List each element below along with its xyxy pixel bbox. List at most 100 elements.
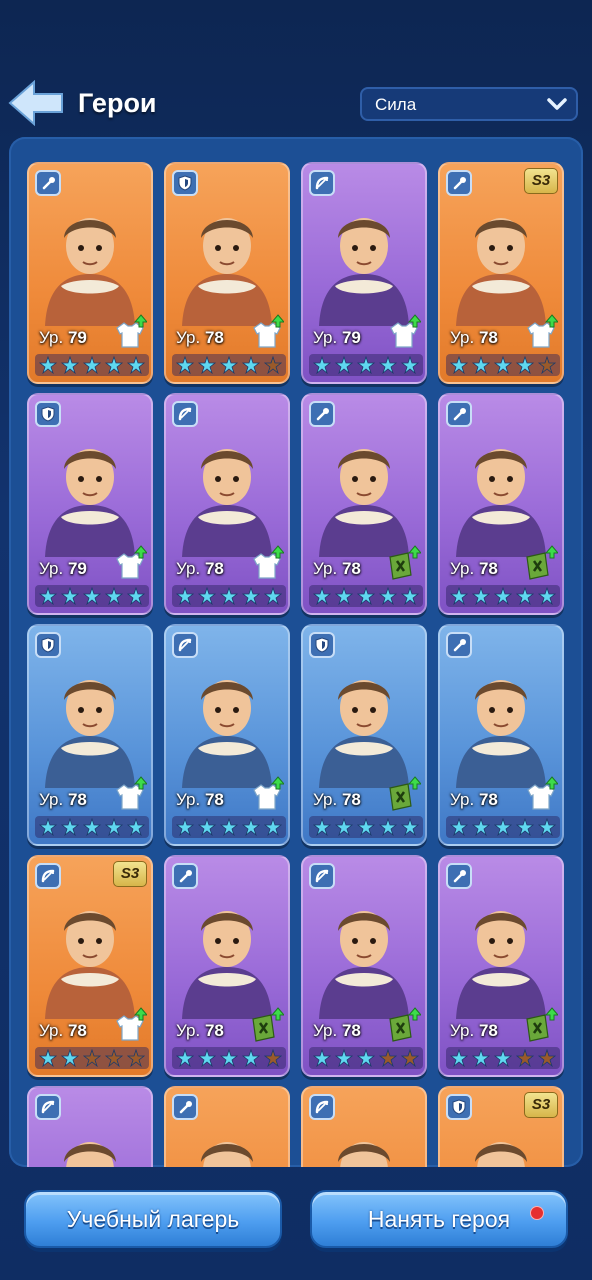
star-icon (39, 356, 57, 374)
hero-card[interactable]: S3 Ур. 78 (27, 855, 153, 1077)
season-badge: S3 (113, 861, 147, 887)
equipment-upgrade-icon (390, 314, 421, 348)
training-camp-label: Учебный лагерь (66, 1206, 240, 1232)
shield-icon (452, 1099, 466, 1115)
hero-portrait (319, 218, 409, 326)
hire-hero-label: Нанять героя (367, 1206, 511, 1232)
hero-class-badge (172, 632, 198, 658)
hero-portrait (319, 911, 409, 1019)
hero-portrait (456, 218, 546, 326)
star-icon (379, 1049, 397, 1067)
hero-card[interactable]: Ур. 78 (301, 624, 427, 846)
star-icon (516, 818, 534, 836)
hero-card[interactable] (27, 1086, 153, 1167)
hero-class-badge (446, 1094, 472, 1120)
star-icon (401, 1049, 419, 1067)
star-rating (172, 354, 286, 376)
hero-card[interactable]: Ур. 78 (164, 855, 290, 1077)
bottom-bar: Учебный лагерь Нанять героя (0, 1170, 592, 1280)
star-icon (313, 356, 331, 374)
star-rating (446, 1047, 560, 1069)
hero-card[interactable]: Ур. 78 (301, 855, 427, 1077)
hero-portrait (45, 218, 135, 326)
star-icon (379, 356, 397, 374)
star-icon (39, 818, 57, 836)
hero-card[interactable]: Ур. 79 (27, 393, 153, 615)
star-icon (401, 356, 419, 374)
hero-card[interactable]: Ур. 78 (27, 624, 153, 846)
star-rating (172, 1047, 286, 1069)
staff-icon (179, 1101, 192, 1114)
hero-card[interactable]: Ур. 78 (164, 393, 290, 615)
hero-card[interactable]: Ур. 79 (301, 162, 427, 384)
page-title: Герои (78, 88, 157, 118)
skill-book-icon (526, 1007, 558, 1042)
star-icon (220, 587, 238, 605)
bow-icon (315, 1100, 329, 1114)
star-rating (309, 354, 423, 376)
star-icon (61, 1049, 79, 1067)
star-icon (335, 587, 353, 605)
star-icon (176, 818, 194, 836)
equipment-upgrade-icon (527, 776, 558, 810)
hero-class-badge (446, 401, 472, 427)
chevron-down-icon (547, 98, 567, 110)
star-icon (127, 1049, 145, 1067)
staff-icon (453, 408, 466, 421)
hero-card[interactable]: Ур. 78 (438, 393, 564, 615)
hero-card[interactable]: Ур. 78 (164, 624, 290, 846)
star-rating (309, 1047, 423, 1069)
star-icon (538, 356, 556, 374)
hero-card[interactable]: Ур. 78 (438, 855, 564, 1077)
star-rating (172, 816, 286, 838)
hero-class-badge (35, 863, 61, 889)
shield-icon (41, 637, 55, 653)
hero-card[interactable]: Ур. 78 (301, 393, 427, 615)
star-icon (401, 587, 419, 605)
hero-portrait (45, 911, 135, 1019)
hero-level: Ур. 78 (450, 1021, 498, 1040)
star-icon (494, 1049, 512, 1067)
hero-card[interactable]: Ур. 78 (164, 162, 290, 384)
back-arrow-icon[interactable] (8, 79, 64, 127)
hero-card[interactable]: Ур. 78 (438, 624, 564, 846)
skill-book-icon (252, 1007, 284, 1042)
hero-class-badge (35, 170, 61, 196)
hero-level: Ур. 78 (176, 790, 224, 809)
hero-card[interactable]: S3 Ур. 78 (438, 162, 564, 384)
equipment-upgrade-icon (527, 314, 558, 348)
bow-icon (178, 407, 192, 421)
season-badge: S3 (524, 168, 558, 194)
hero-card[interactable] (164, 1086, 290, 1167)
hero-class-badge (309, 632, 335, 658)
star-icon (61, 818, 79, 836)
staff-icon (453, 177, 466, 190)
star-rating (446, 354, 560, 376)
star-icon (379, 818, 397, 836)
heroes-panel: Ур. 79 Ур. 78 Ур. 79 S3 Ур. 78 Ур. 79 Ур. 78 Ур… (9, 137, 583, 1167)
star-rating (35, 354, 149, 376)
hero-class-badge (172, 1094, 198, 1120)
star-icon (357, 818, 375, 836)
hero-portrait (319, 449, 409, 557)
hero-portrait (182, 680, 272, 788)
hero-level: Ур. 78 (39, 790, 87, 809)
equipment-upgrade-icon (253, 314, 284, 348)
sort-dropdown[interactable]: Сила (360, 87, 578, 121)
hire-hero-button[interactable]: Нанять героя (310, 1190, 568, 1248)
hero-level: Ур. 78 (313, 790, 361, 809)
star-icon (379, 587, 397, 605)
star-icon (242, 356, 260, 374)
star-icon (494, 587, 512, 605)
hero-card[interactable]: Ур. 79 (27, 162, 153, 384)
training-camp-button[interactable]: Учебный лагерь (24, 1190, 282, 1248)
star-icon (176, 1049, 194, 1067)
star-rating (309, 585, 423, 607)
hero-card[interactable] (301, 1086, 427, 1167)
star-icon (538, 818, 556, 836)
staff-icon (453, 639, 466, 652)
notification-dot (530, 1206, 544, 1220)
star-icon (242, 1049, 260, 1067)
star-icon (220, 818, 238, 836)
hero-card[interactable]: S3 (438, 1086, 564, 1167)
